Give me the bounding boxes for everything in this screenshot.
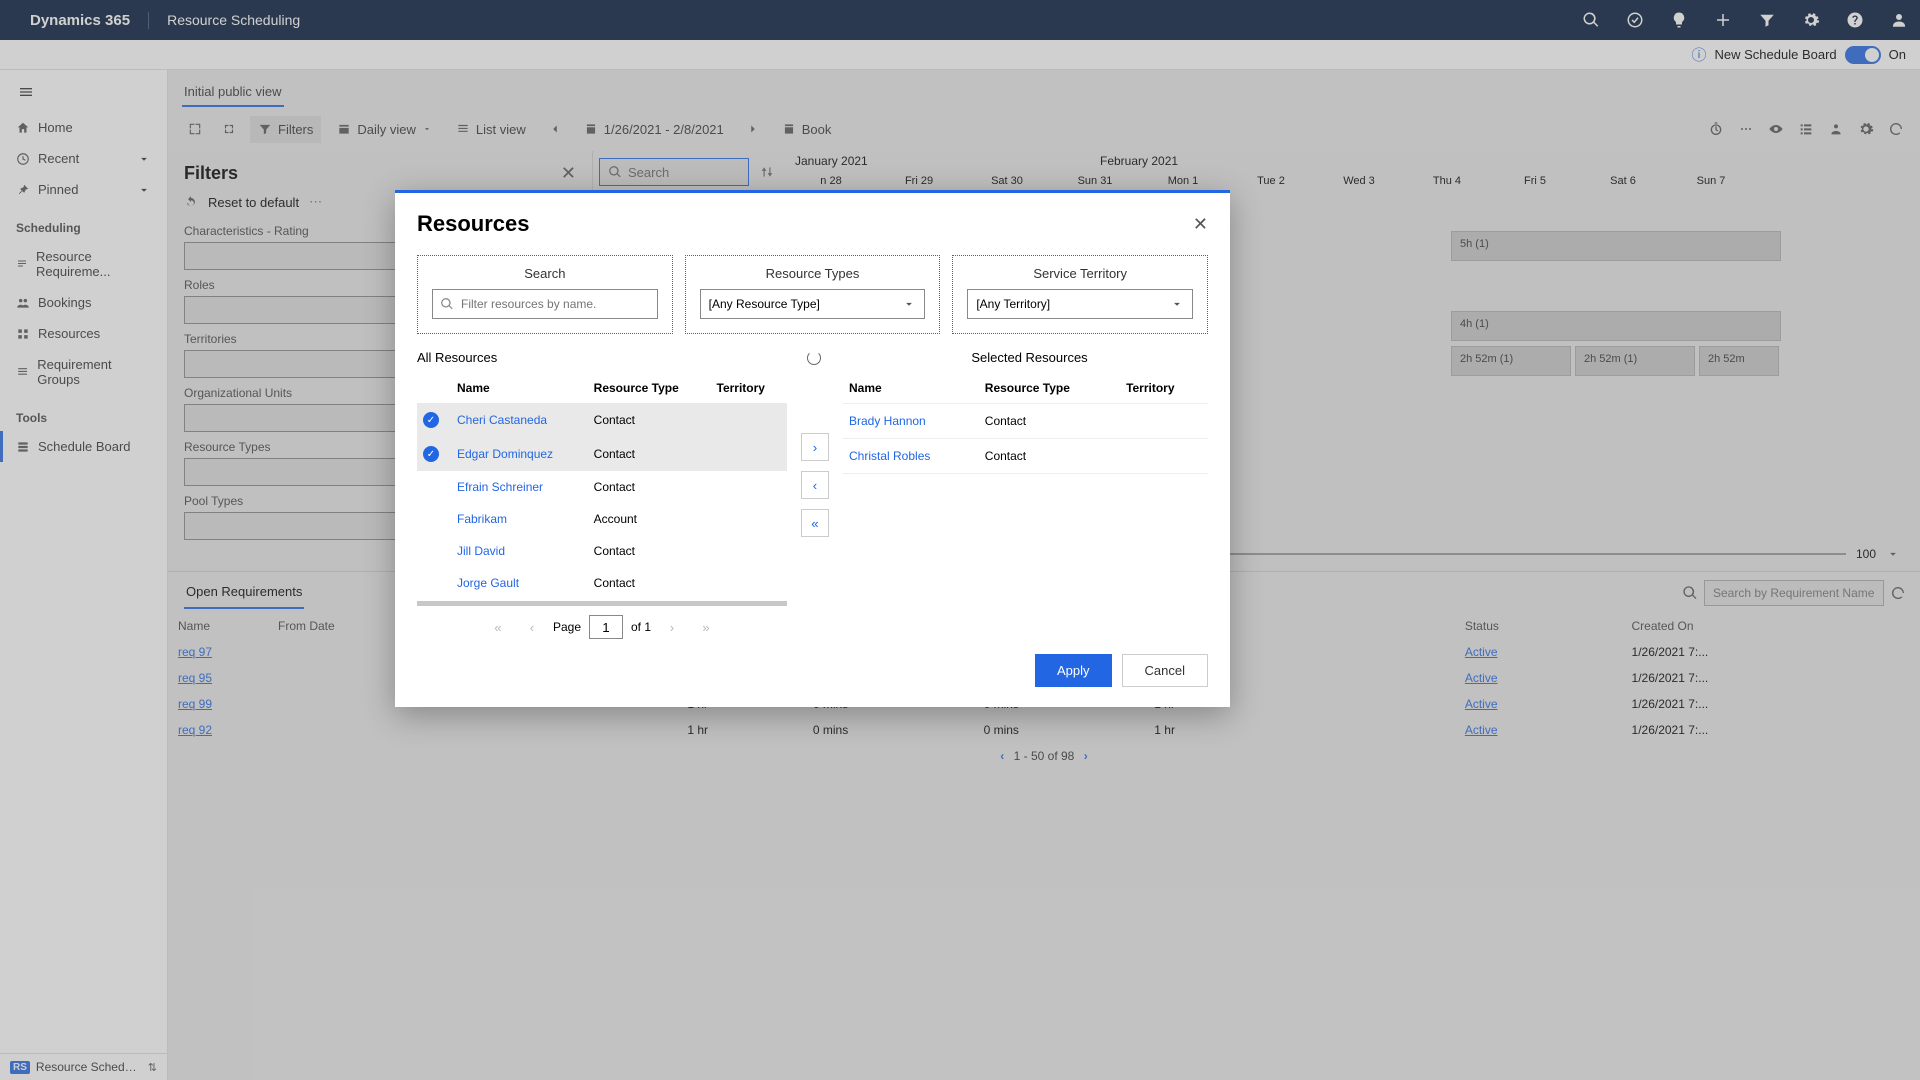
selected-resources-label: Selected Resources (851, 350, 1208, 365)
checked-icon[interactable]: ✓ (423, 446, 439, 462)
checked-icon[interactable]: ✓ (423, 412, 439, 428)
all-body: ✓Cheri CastanedaContact✓Edgar DominquezC… (417, 403, 787, 599)
move-all-left-button[interactable]: « (801, 509, 829, 537)
territory-select[interactable]: [Any Territory] (967, 289, 1193, 319)
col-header[interactable] (417, 373, 451, 403)
move-left-button[interactable]: ‹ (801, 471, 829, 499)
close-icon[interactable]: ✕ (1193, 214, 1208, 235)
all-resources-label: All Resources (417, 350, 777, 365)
list-item[interactable]: FabrikamAccount (417, 503, 787, 535)
all-header-row: NameResource TypeTerritory (417, 373, 787, 403)
col-header[interactable]: Name (843, 373, 979, 404)
pager-next[interactable]: › (659, 614, 685, 640)
col-header[interactable]: Territory (1120, 373, 1208, 404)
dialog-cancel-button[interactable]: Cancel (1122, 654, 1208, 687)
all-resources-table: NameResource TypeTerritory ✓Cheri Castan… (417, 373, 787, 599)
list-item[interactable]: Jorge GaultContact (417, 567, 787, 599)
pager-last[interactable]: » (693, 614, 719, 640)
dialog-title: Resources (417, 211, 530, 237)
resources-dialog: Resources ✕ Search Resource Types [Any R… (395, 190, 1230, 707)
list-item[interactable]: Brady HannonContact (843, 404, 1208, 439)
dialog-apply-button[interactable]: Apply (1035, 654, 1112, 687)
search-icon (440, 297, 454, 311)
chevron-down-icon (1170, 297, 1184, 311)
chevron-down-icon (902, 297, 916, 311)
page-input[interactable] (589, 615, 623, 639)
list-item[interactable]: ✓Edgar DominquezContact (417, 437, 787, 471)
dialog-search-input[interactable] (432, 289, 658, 319)
spinner-icon (807, 351, 821, 365)
col-header[interactable]: Name (451, 373, 588, 403)
col-header[interactable]: Territory (711, 373, 787, 403)
col-header[interactable]: Resource Type (979, 373, 1120, 404)
pager-first[interactable]: « (485, 614, 511, 640)
move-right-button[interactable]: › (801, 433, 829, 461)
resource-types-select[interactable]: [Any Resource Type] (700, 289, 926, 319)
sel-body: Brady HannonContactChristal RoblesContac… (843, 404, 1208, 474)
pager-prev[interactable]: ‹ (519, 614, 545, 640)
list-item[interactable]: Christal RoblesContact (843, 439, 1208, 474)
filter-card-search: Search (417, 255, 673, 334)
list-item[interactable]: Efrain SchreinerContact (417, 471, 787, 503)
sel-header-row: NameResource TypeTerritory (843, 373, 1208, 404)
filter-card-types: Resource Types [Any Resource Type] (685, 255, 941, 334)
col-header[interactable]: Resource Type (588, 373, 711, 403)
horizontal-scrollbar[interactable] (417, 601, 787, 606)
list-item[interactable]: ✓Cheri CastanedaContact (417, 403, 787, 437)
selected-resources-table: NameResource TypeTerritory Brady HannonC… (843, 373, 1208, 474)
list-item[interactable]: Jill DavidContact (417, 535, 787, 567)
filter-card-territory: Service Territory [Any Territory] (952, 255, 1208, 334)
